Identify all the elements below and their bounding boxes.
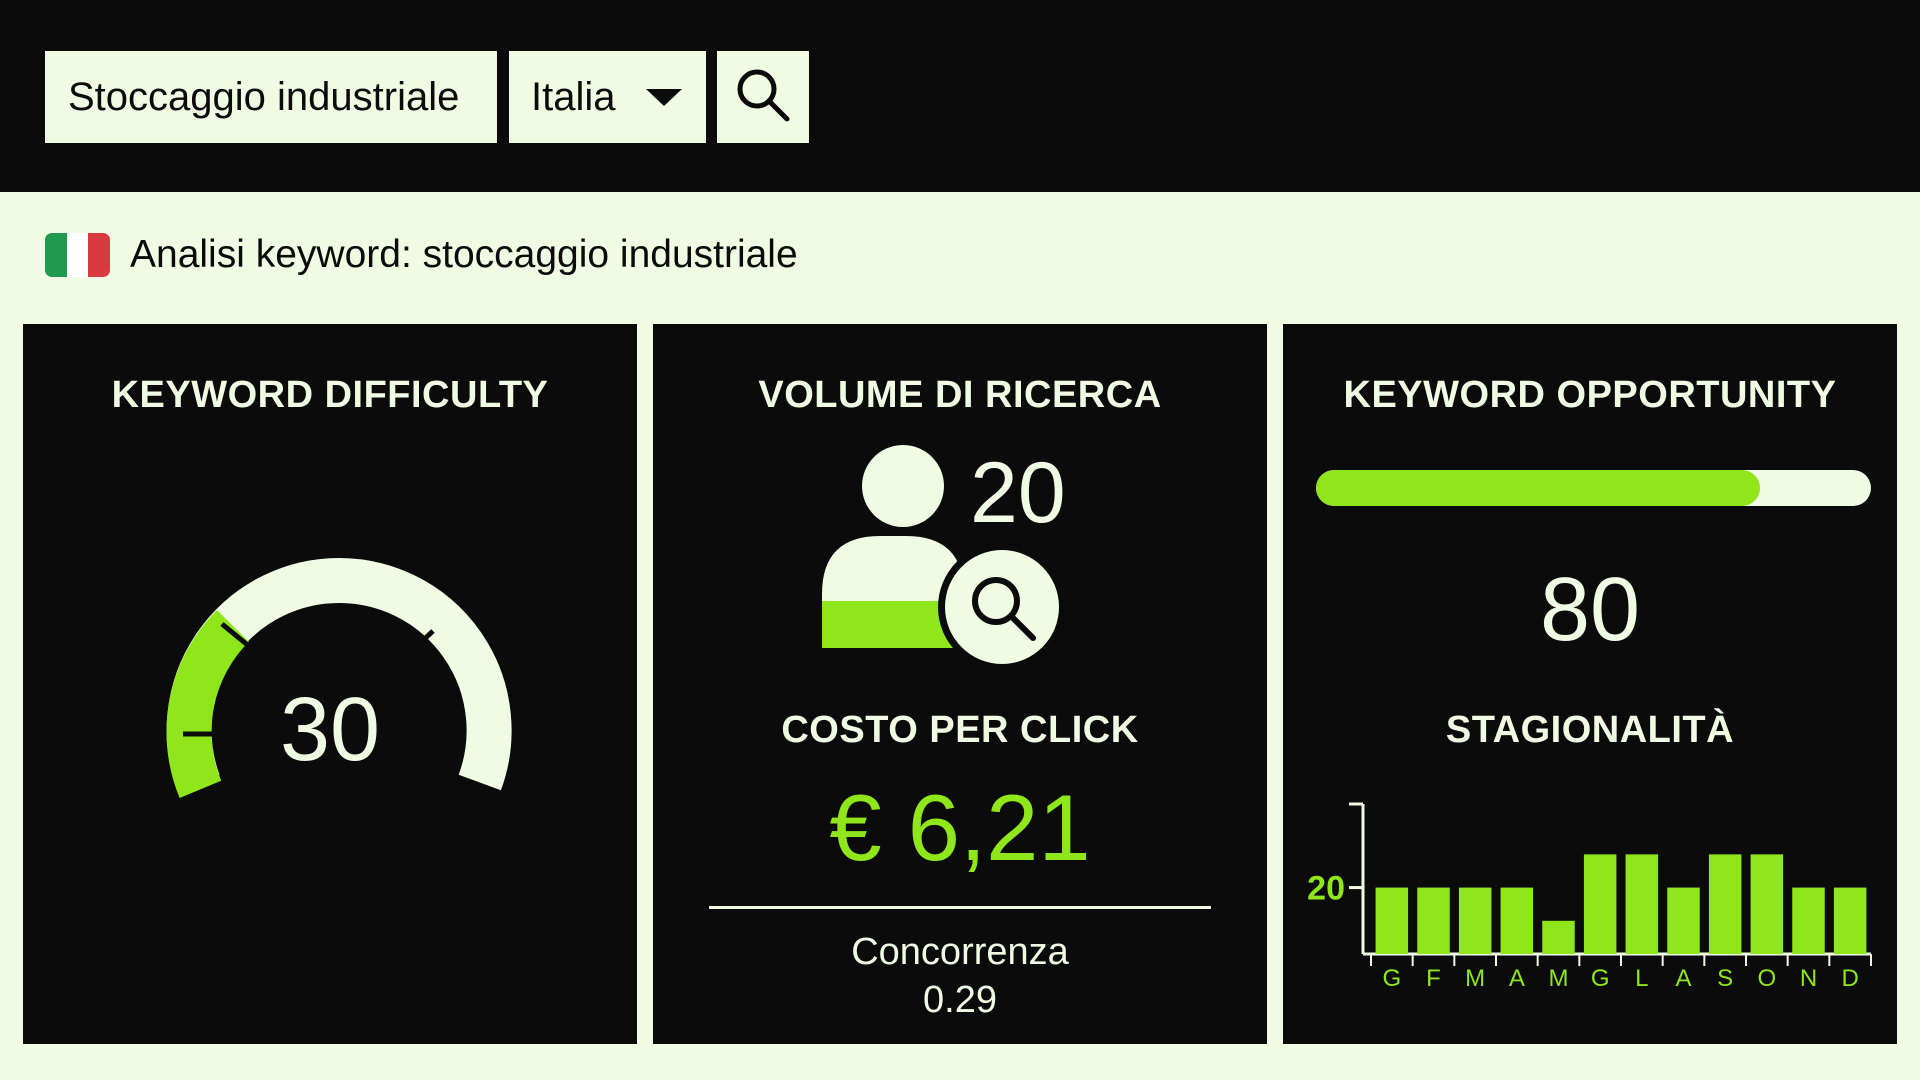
season-bar-1	[1417, 887, 1450, 954]
keyword-difficulty-card: KEYWORD DIFFICULTY 30	[23, 324, 637, 1044]
month-label: S	[1717, 965, 1733, 992]
caret-down-icon	[645, 51, 683, 143]
season-bar-2	[1458, 887, 1492, 954]
season-bar-11	[1833, 887, 1867, 954]
month-label: M	[1549, 965, 1569, 992]
keyword-opportunity-card: KEYWORD OPPORTUNITY 80 STAGIONALITÀ 20 G F…	[1283, 324, 1897, 1044]
search-volume-title: VOLUME DI RICERCA	[758, 374, 1162, 416]
difficulty-value: 30	[279, 680, 381, 780]
month-label: G	[1382, 965, 1401, 992]
competition-label: Concorrenza	[851, 931, 1069, 973]
cpc-value: € 6,21	[829, 775, 1091, 880]
month-label: L	[1635, 965, 1648, 992]
competition-value: 0.29	[923, 979, 997, 1021]
country-select[interactable]: Italia	[509, 51, 706, 143]
keyword-search-value: Stoccaggio industriale	[68, 74, 460, 119]
month-label: O	[1757, 965, 1776, 992]
season-bar-3	[1500, 887, 1534, 954]
season-bar-7	[1667, 887, 1700, 954]
keyword-search-input[interactable]: Stoccaggio industriale	[45, 51, 497, 143]
search-volume-value: 20	[970, 445, 1066, 541]
cpc-title: COSTO PER CLICK	[781, 709, 1139, 751]
analysis-title: Analisi keyword: stoccaggio industriale	[130, 233, 798, 276]
season-bar-5	[1583, 854, 1617, 954]
season-bar-8	[1708, 854, 1742, 954]
country-select-value: Italia	[531, 74, 616, 119]
seasonality-chart: 20G F M A M G L A S O N D	[1307, 802, 1872, 992]
season-bar-9	[1750, 854, 1784, 954]
month-label: A	[1675, 965, 1691, 992]
season-bar-4	[1542, 920, 1575, 954]
month-label: D	[1841, 965, 1858, 992]
month-label: A	[1509, 965, 1525, 992]
search-volume-card: VOLUME DI RICERCA 20 COSTO PER CLICK € 6…	[653, 324, 1267, 1044]
season-bar-10	[1792, 887, 1825, 954]
y-tick-label: 20	[1307, 870, 1345, 908]
search-icon	[733, 65, 793, 130]
month-label: F	[1426, 965, 1441, 992]
month-label: G	[1591, 965, 1610, 992]
cpc-divider	[709, 906, 1211, 909]
season-bar-0	[1375, 887, 1409, 954]
italy-flag-icon	[45, 233, 110, 277]
month-label: N	[1800, 965, 1817, 992]
search-button[interactable]	[717, 51, 809, 143]
month-label: M	[1465, 965, 1485, 992]
top-bar: Stoccaggio industriale Italia	[0, 0, 1920, 192]
analysis-header: Analisi keyword: stoccaggio industriale	[45, 230, 798, 280]
season-bar-6	[1625, 854, 1659, 954]
